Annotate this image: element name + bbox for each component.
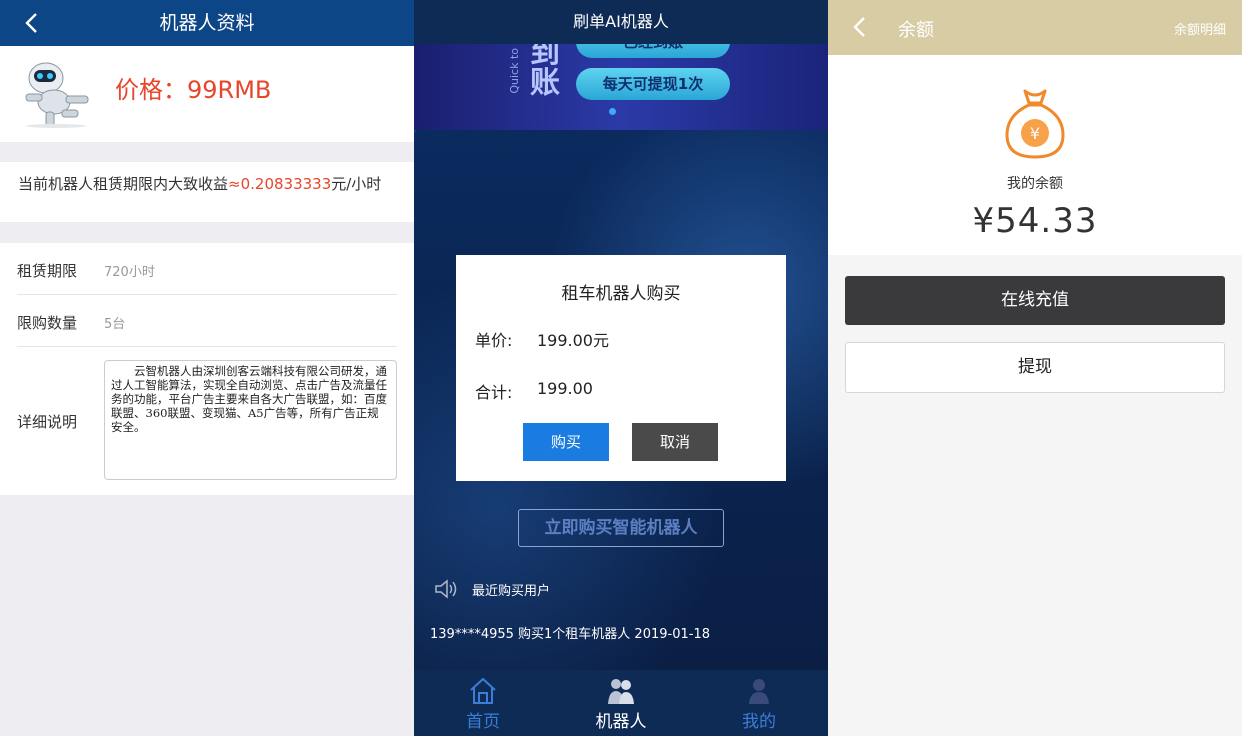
user-icon xyxy=(749,679,769,704)
recent-order-item: 139****4955 购买1个租车机器人 2019-01-18 xyxy=(430,627,710,642)
withdraw-button[interactable]: 提现 xyxy=(845,342,1225,393)
carousel-dot[interactable] xyxy=(609,108,616,115)
bottom-tab-bar: 首页 机器人 我的 xyxy=(414,670,828,736)
promo-banner[interactable]: Quick to 到账 已经到账 每天可提现1次 xyxy=(414,44,828,130)
page-title: 余额 xyxy=(898,20,934,41)
detail-description-label: 详细说明 xyxy=(17,413,78,431)
detail-row-purchase-limit: 限购数量 5台 xyxy=(17,295,397,347)
income-value: ≈0.20833333 xyxy=(228,175,332,193)
income-prefix: 当前机器人租赁期限内大致收益 xyxy=(18,175,229,193)
price-section: 价格：99RMB xyxy=(0,46,414,142)
banner-pill-withdraw: 每天可提现1次 xyxy=(576,68,730,100)
income-suffix: 元/小时 xyxy=(331,175,382,193)
header: 余额 余额明细 xyxy=(828,0,1242,55)
page-title: 机器人资料 xyxy=(159,12,255,34)
tab-label: 机器人 xyxy=(595,712,647,732)
income-estimate: 当前机器人租赁期限内大致收益≈0.20833333元/小时 xyxy=(0,162,414,222)
svg-text:¥: ¥ xyxy=(1030,124,1040,143)
tab-robot[interactable]: 机器人 xyxy=(552,670,690,736)
unit-price-label: 单价: xyxy=(475,331,513,350)
tab-mine[interactable]: 我的 xyxy=(690,670,828,736)
detail-value: 5台 xyxy=(104,317,126,332)
recent-buyers: 最近购买用户 xyxy=(434,578,550,600)
balance-detail-link[interactable]: 余额明细 xyxy=(1174,19,1226,38)
modal-title: 租车机器人购买 xyxy=(561,284,681,304)
unit-price-value: 199.00元 xyxy=(537,331,609,350)
home-icon xyxy=(470,677,496,704)
detail-label: 租赁期限 xyxy=(17,262,78,280)
my-balance-label: 我的余额 xyxy=(1007,176,1063,192)
balance-amount: ¥54.33 xyxy=(972,201,1098,241)
purchase-modal: 租车机器人购买 单价: 199.00元 合计: 199.00 购买 取消 xyxy=(456,255,786,481)
modal-cancel-button[interactable]: 取消 xyxy=(632,423,718,461)
details-section: 租赁期限 720小时 限购数量 5台 详细说明 云智机器人由深圳创客云端科技有限… xyxy=(0,243,414,495)
header: 刷单AI机器人 xyxy=(414,0,828,44)
recent-buyers-label: 最近购买用户 xyxy=(472,583,551,599)
balance-screen: 余额 余额明细 ¥ 我的余额 ¥54.33 在线充值 提现 xyxy=(828,0,1242,736)
detail-row-lease-period: 租赁期限 720小时 xyxy=(17,243,397,295)
back-arrow-icon[interactable] xyxy=(850,17,870,37)
price-label: 价格：99RMB xyxy=(115,76,272,104)
modal-buy-button[interactable]: 购买 xyxy=(523,423,609,461)
banner-vertical-text: Quick to xyxy=(508,48,521,94)
banner-big-text: 到账 xyxy=(524,44,559,96)
banner-pill-arrival: 已经到账 xyxy=(576,44,730,58)
recharge-button[interactable]: 在线充值 xyxy=(845,276,1225,325)
total-label: 合计: xyxy=(475,383,513,402)
balance-summary: ¥ 我的余额 ¥54.33 xyxy=(828,55,1242,255)
buy-robot-button[interactable]: 立即购买智能机器人 xyxy=(518,509,724,547)
tab-label: 首页 xyxy=(466,712,500,732)
detail-description-textarea[interactable]: 云智机器人由深圳创客云端科技有限公司研发，通过人工智能算法，实现全自动浏览、点击… xyxy=(104,360,397,480)
robot-store-screen: 刷单AI机器人 Quick to 到账 已经到账 每天可提现1次 立即购买智能机… xyxy=(414,0,828,736)
detail-label: 限购数量 xyxy=(17,314,78,332)
back-arrow-icon[interactable] xyxy=(22,13,42,33)
header: 机器人资料 xyxy=(0,0,414,46)
robot-info-screen: 机器人资料 价格：99RMB 当前机器人租赁期限内大致收益≈0.20833333… xyxy=(0,0,414,736)
robot-group-icon xyxy=(608,679,634,704)
total-value: 199.00 xyxy=(537,379,593,398)
tab-label: 我的 xyxy=(742,712,776,732)
page-title: 刷单AI机器人 xyxy=(573,12,669,31)
money-bag-icon: ¥ xyxy=(1005,89,1065,159)
robot-image xyxy=(25,62,89,128)
tab-home[interactable]: 首页 xyxy=(414,670,552,736)
detail-value: 720小时 xyxy=(104,265,155,280)
speaker-icon xyxy=(435,579,457,599)
